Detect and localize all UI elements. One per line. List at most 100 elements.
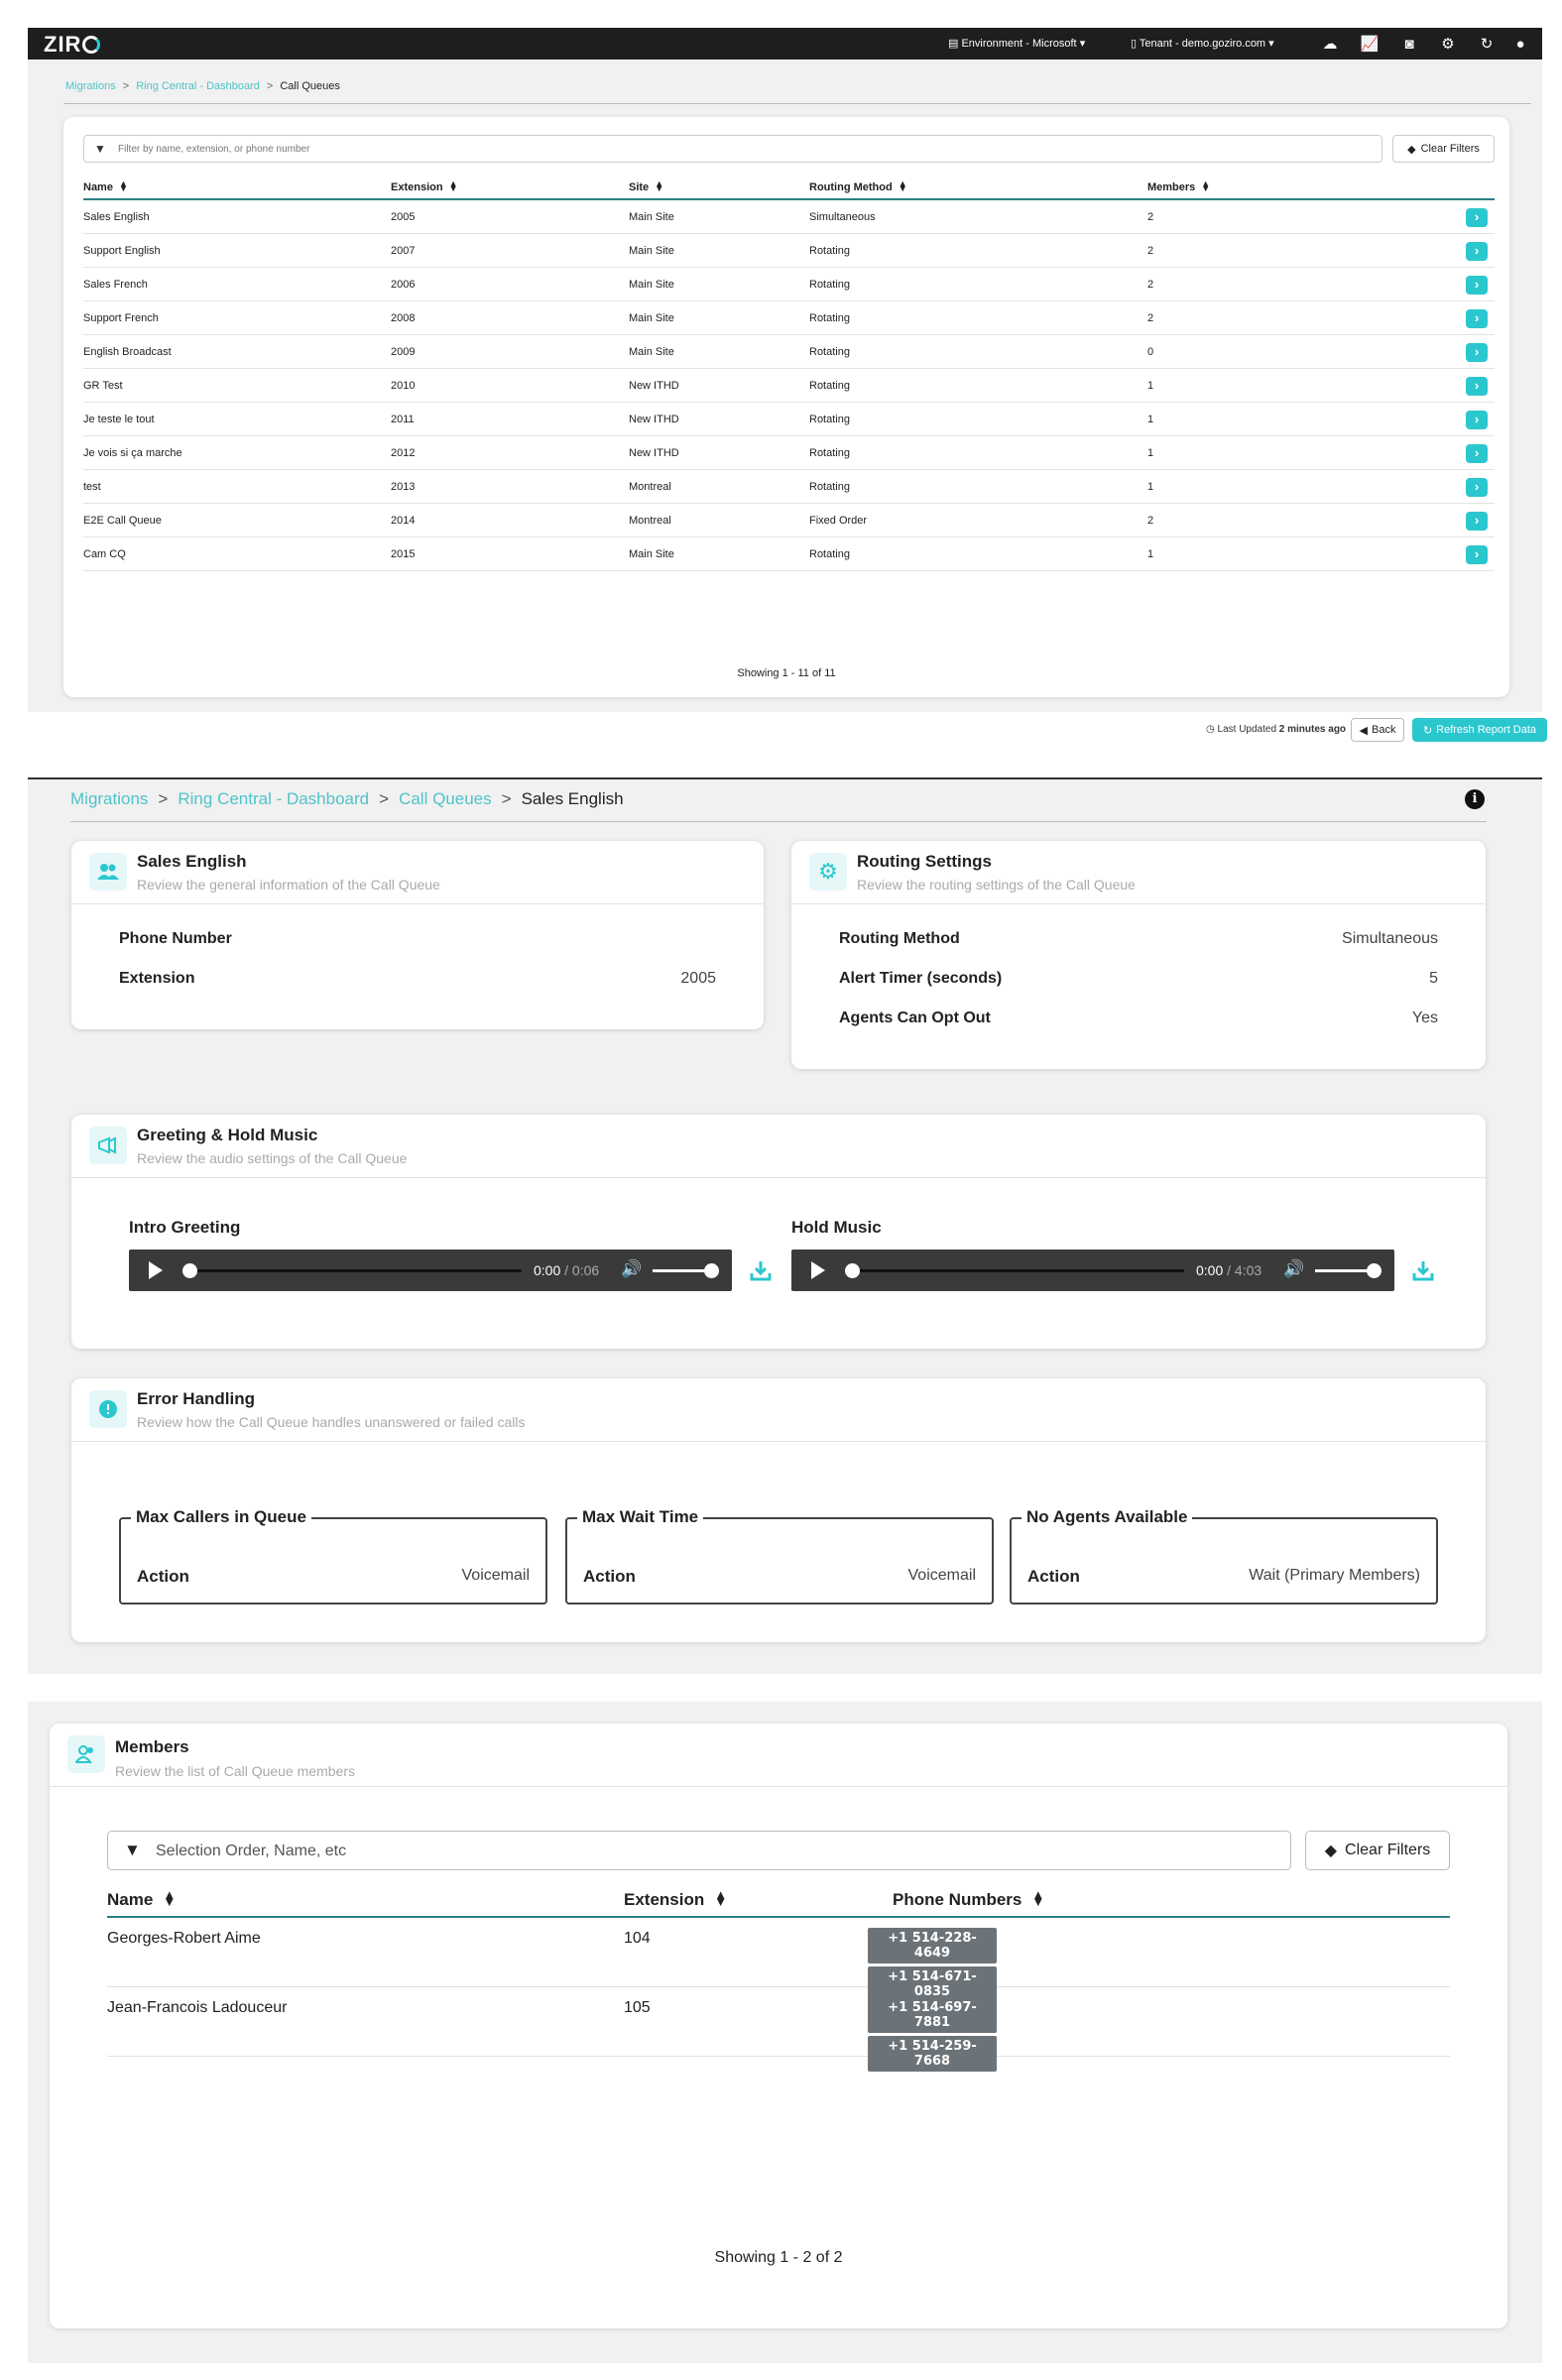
- alert-timer-label: Alert Timer (seconds): [839, 970, 1003, 987]
- column-header-routing-method[interactable]: Routing Method ▲ ▼: [809, 179, 907, 194]
- routing-settings-card: ⚙ Routing Settings Review the routing se…: [791, 841, 1486, 1069]
- cell-members: 1: [1147, 548, 1154, 560]
- table-row[interactable]: Support French 2008 Main Site Rotating 2 ›: [83, 301, 1495, 335]
- table-row[interactable]: English Broadcast 2009 Main Site Rotating 0 ›: [83, 335, 1495, 369]
- table-header: Name ▲ ▼ Extension ▲ ▼ Site ▲ ▼ Routing Method…: [83, 177, 1495, 200]
- cell-site: Main Site: [629, 312, 674, 324]
- column-header-phone-numbers[interactable]: Phone Numbers ▲ ▼: [893, 1888, 1044, 1910]
- gear-icon[interactable]: ⚙: [1439, 35, 1457, 53]
- column-header-extension[interactable]: Extension ▲ ▼: [624, 1888, 727, 1910]
- breadcrumb-migrations[interactable]: Migrations: [65, 80, 116, 92]
- no-agents-available-box: No Agents Available Action Wait (Primary…: [1010, 1507, 1438, 1605]
- table-row[interactable]: Georges-Robert Aime 104 +1 514-228-4649 +1 …: [107, 1918, 1450, 2002]
- cell-name: GR Test: [83, 380, 123, 392]
- open-row-chevron-icon[interactable]: ›: [1466, 444, 1488, 463]
- open-row-chevron-icon[interactable]: ›: [1466, 309, 1488, 328]
- open-row-chevron-icon[interactable]: ›: [1466, 343, 1488, 362]
- download-icon[interactable]: [1412, 1259, 1436, 1283]
- cell-site: Montreal: [629, 515, 671, 527]
- breadcrumb-call-queues[interactable]: Call Queues: [399, 789, 492, 808]
- action-value: Voicemail: [461, 1567, 530, 1584]
- table-row[interactable]: Jean-Francois Ladouceur 105 +1 514-697-788…: [107, 1987, 1450, 2072]
- refresh-report-button[interactable]: ↻ Refresh Report Data: [1412, 718, 1547, 742]
- megaphone-icon: [89, 1127, 127, 1164]
- cell-routing-method: Rotating: [809, 380, 850, 392]
- card-subtitle: Review how the Call Queue handles unansw…: [137, 1414, 526, 1430]
- cell-routing-method: Rotating: [809, 447, 850, 459]
- info-icon[interactable]: i: [1465, 789, 1485, 809]
- open-row-chevron-icon[interactable]: ›: [1466, 478, 1488, 497]
- chart-icon[interactable]: 📈: [1361, 35, 1380, 53]
- seek-bar[interactable]: [847, 1269, 1184, 1272]
- ziro-logo[interactable]: ZIR: [44, 32, 101, 58]
- play-icon[interactable]: [811, 1261, 825, 1279]
- filter-input[interactable]: ▼ Filter by name, extension, or phone nu…: [83, 135, 1382, 163]
- volume-slider[interactable]: [1315, 1269, 1375, 1272]
- open-row-chevron-icon[interactable]: ›: [1466, 545, 1488, 564]
- column-header-name[interactable]: Name ▲ ▼: [107, 1888, 176, 1910]
- open-row-chevron-icon[interactable]: ›: [1466, 276, 1488, 295]
- divider: [63, 103, 1531, 104]
- table-row[interactable]: Je vois si ça marche 2012 New ITHD Rotating…: [83, 436, 1495, 470]
- seek-handle[interactable]: [845, 1263, 860, 1278]
- breadcrumb-ring-central-dashboard[interactable]: Ring Central - Dashboard: [136, 80, 260, 92]
- environment-dropdown[interactable]: ▤ Environment - Microsoft ▾: [948, 37, 1085, 50]
- table-row[interactable]: Support English 2007 Main Site Rotating 2 ›: [83, 234, 1495, 268]
- volume-handle[interactable]: [704, 1263, 719, 1278]
- open-row-chevron-icon[interactable]: ›: [1466, 242, 1488, 261]
- column-header-name[interactable]: Name ▲ ▼: [83, 179, 128, 194]
- column-header-extension[interactable]: Extension ▲ ▼: [391, 178, 458, 194]
- cell-members: 2: [1147, 211, 1154, 223]
- volume-icon[interactable]: 🔊: [621, 1259, 642, 1279]
- open-row-chevron-icon[interactable]: ›: [1466, 208, 1488, 227]
- table-row[interactable]: Cam CQ 2015 Main Site Rotating 1 ›: [83, 537, 1495, 571]
- extension-label: Extension: [119, 970, 195, 987]
- download-icon[interactable]: [750, 1259, 774, 1283]
- volume-handle[interactable]: [1367, 1263, 1382, 1278]
- seek-bar[interactable]: [184, 1269, 522, 1272]
- tenant-dropdown[interactable]: ▯ Tenant - demo.goziro.com ▾: [1131, 37, 1274, 50]
- caret-down-icon: ▾: [1079, 38, 1086, 50]
- cloud-sync-icon[interactable]: ☁: [1321, 35, 1339, 53]
- clear-filters-button[interactable]: ◆ Clear Filters: [1305, 1831, 1450, 1870]
- sort-icon: ▲ ▼: [448, 178, 458, 193]
- column-header-site[interactable]: Site ▲ ▼: [629, 179, 663, 194]
- card-subtitle: Review the routing settings of the Call …: [857, 877, 1136, 892]
- user-icon[interactable]: ●: [1511, 35, 1529, 53]
- open-row-chevron-icon[interactable]: ›: [1466, 411, 1488, 429]
- clear-filters-button[interactable]: ◆ Clear Filters: [1392, 135, 1495, 163]
- cell-site: New ITHD: [629, 380, 679, 392]
- table-row[interactable]: Sales French 2006 Main Site Rotating 2 ›: [83, 268, 1495, 301]
- breadcrumb-ring-central-dashboard[interactable]: Ring Central - Dashboard: [178, 789, 369, 808]
- refresh-icon[interactable]: ↻: [1478, 35, 1496, 53]
- cell-extension: 2013: [391, 481, 416, 493]
- seek-handle[interactable]: [182, 1263, 197, 1278]
- general-info-card: Sales English Review the general informa…: [71, 841, 764, 1029]
- table-row[interactable]: Sales English 2005 Main Site Simultaneous 2 ›: [83, 200, 1495, 234]
- members-filter-input[interactable]: ▼ Selection Order, Name, etc: [107, 1831, 1291, 1870]
- phone-badge: +1 514-228-4649: [868, 1928, 997, 1964]
- call-queues-table: Name ▲ ▼ Extension ▲ ▼ Site ▲ ▼ Routing Method…: [83, 177, 1495, 571]
- volume-slider[interactable]: [653, 1269, 712, 1272]
- table-row[interactable]: test 2013 Montreal Rotating 1 ›: [83, 470, 1495, 504]
- cell-name: Sales English: [83, 211, 150, 223]
- table-row[interactable]: GR Test 2010 New ITHD Rotating 1 ›: [83, 369, 1495, 403]
- eraser-icon: ◆: [1324, 1843, 1338, 1859]
- play-icon[interactable]: [149, 1261, 163, 1279]
- open-row-chevron-icon[interactable]: ›: [1466, 512, 1488, 531]
- cell-routing-method: Rotating: [809, 481, 850, 493]
- open-row-chevron-icon[interactable]: ›: [1466, 377, 1488, 396]
- table-row[interactable]: Je teste le tout 2011 New ITHD Rotating 1 ›: [83, 403, 1495, 436]
- cell-name: Je teste le tout: [83, 414, 155, 425]
- cell-site: Main Site: [629, 346, 674, 358]
- breadcrumb-migrations[interactable]: Migrations: [70, 789, 148, 808]
- card-title: Routing Settings: [857, 852, 992, 871]
- back-button[interactable]: ◀ Back: [1351, 718, 1404, 742]
- action-value: Wait (Primary Members): [1249, 1567, 1420, 1584]
- volume-icon[interactable]: 🔊: [1283, 1259, 1304, 1279]
- cell-extension: 2010: [391, 380, 416, 392]
- time-display: 0:00 / 4:03: [1196, 1262, 1262, 1278]
- robot-icon[interactable]: ◙: [1400, 35, 1418, 53]
- table-row[interactable]: E2E Call Queue 2014 Montreal Fixed Order 2 ›: [83, 504, 1495, 537]
- column-header-members[interactable]: Members ▲ ▼: [1147, 179, 1210, 194]
